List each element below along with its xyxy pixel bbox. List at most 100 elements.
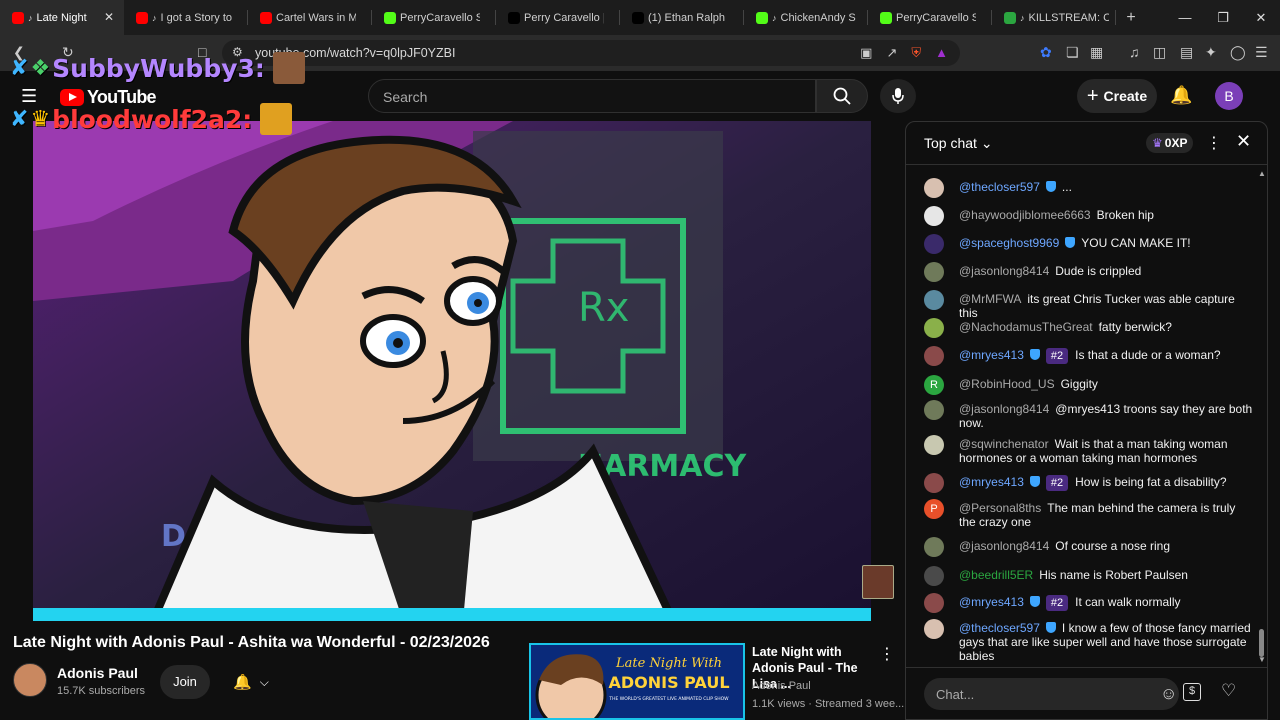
share-icon[interactable]: ↗	[886, 45, 897, 61]
chat-message[interactable]: @beedrill5ER His name is Robert Paulsen	[924, 566, 1254, 586]
chat-author-name[interactable]: @thecloser597	[959, 621, 1040, 635]
chat-scrollbar[interactable]: ▲ ▼	[1258, 169, 1266, 665]
chat-message[interactable]: @jasonlong8414 Of course a nose ring	[924, 537, 1254, 557]
browser-tab[interactable]: ♪ I got a Story to	[124, 0, 248, 35]
heart-icon[interactable]: ♡	[1221, 681, 1236, 701]
chat-author-name[interactable]: @RobinHood_US	[959, 377, 1055, 391]
chat-message[interactable]: @NachodamusTheGreat fatty berwick?	[924, 318, 1254, 338]
scroll-down-icon[interactable]: ▼	[1258, 655, 1266, 664]
emoji-icon[interactable]: ☺	[1160, 684, 1177, 704]
tab-audio-icon[interactable]: ♪	[772, 13, 777, 23]
wallet-icon[interactable]: ▤	[1180, 44, 1193, 61]
voice-search-button[interactable]	[880, 79, 916, 113]
media-icon[interactable]: ♫	[1129, 44, 1140, 60]
chat-more-options-icon[interactable]: ⋮	[1206, 133, 1222, 153]
chat-author-name[interactable]: @haywoodjiblomee6663	[959, 208, 1091, 222]
cast-icon[interactable]: ▣	[860, 45, 872, 61]
chat-author-name[interactable]: @jasonlong8414	[959, 539, 1049, 553]
browser-tab[interactable]: Cartel Wars in Me	[248, 0, 372, 35]
extensions-icon[interactable]: ❏	[1066, 44, 1079, 61]
xp-badge[interactable]: ♛ 0XP	[1146, 133, 1194, 153]
chat-author-avatar[interactable]: R	[924, 375, 944, 395]
chat-author-avatar[interactable]	[924, 234, 944, 254]
scroll-up-icon[interactable]: ▲	[1258, 169, 1266, 178]
chat-author-avatar[interactable]	[924, 537, 944, 557]
chat-author-avatar[interactable]	[924, 566, 944, 586]
chat-message[interactable]: @thecloser597...	[924, 178, 1254, 198]
chat-author-name[interactable]: @mryes413	[959, 475, 1024, 489]
chat-author-name[interactable]: @sqwinchenator	[959, 437, 1049, 451]
search-input[interactable]: Search	[368, 79, 816, 113]
chat-author-name[interactable]: @mryes413	[959, 595, 1024, 609]
scroll-thumb[interactable]	[1259, 629, 1264, 657]
chat-message[interactable]: @haywoodjiblomee6663 Broken hip	[924, 206, 1254, 226]
address-bar[interactable]: ⚙ youtube.com/watch?v=q0lpJF0YZBI ▣ ↗ ⛨ …	[222, 40, 960, 66]
tab-audio-icon[interactable]: ♪	[152, 13, 157, 23]
browser-tab[interactable]: PerryCaravello Str	[372, 0, 496, 35]
chat-author-name[interactable]: @thecloser597	[959, 180, 1040, 194]
chat-author-avatar[interactable]	[924, 318, 944, 338]
sidebar-icon[interactable]: ◫	[1153, 44, 1166, 61]
leo-ai-icon[interactable]: ✦	[1205, 44, 1217, 61]
chat-author-name[interactable]: @beedrill5ER	[959, 568, 1033, 582]
channel-avatar[interactable]	[13, 663, 47, 697]
close-chat-icon[interactable]: ✕	[1236, 131, 1251, 152]
new-tab-icon[interactable]: +	[1116, 9, 1146, 27]
chat-message[interactable]: @spaceghost9969 YOU CAN MAKE IT!	[924, 234, 1254, 254]
top-chat-dropdown[interactable]: Top chat ⌄	[924, 135, 993, 152]
chat-messages-list[interactable]: @thecloser597... @haywoodjiblomee6663 Brok…	[906, 165, 1256, 665]
browser-tab[interactable]: ♪ ChickenAndy S	[744, 0, 868, 35]
browser-tab[interactable]: ♪ KILLSTREAM: C	[992, 0, 1116, 35]
vpn-icon[interactable]: ✿	[1040, 44, 1052, 61]
promo-thumbnail[interactable]: Late Night With ADONIS PAUL THE WORLD'S …	[529, 643, 745, 720]
more-options-icon[interactable]: ⋮	[879, 644, 895, 664]
chat-message[interactable]: @mryes413 #2 How is being fat a disability…	[924, 473, 1254, 493]
maximize-icon[interactable]: ❐	[1204, 0, 1242, 35]
browser-menu-icon[interactable]: ☰	[1255, 44, 1268, 61]
super-chat-icon[interactable]: $	[1183, 683, 1201, 701]
notifications-bell-icon[interactable]: 🔔	[1170, 85, 1192, 106]
chat-author-avatar[interactable]	[924, 290, 944, 310]
chat-author-avatar[interactable]	[924, 346, 944, 366]
search-button[interactable]	[816, 79, 868, 113]
chat-author-name[interactable]: @NachodamusTheGreat	[959, 320, 1093, 334]
chat-message[interactable]: @thecloser597 I know a few of those fancy…	[924, 619, 1254, 663]
chat-input[interactable]: Chat... ☺	[924, 678, 1179, 710]
chat-author-avatar[interactable]: P	[924, 499, 944, 519]
account-avatar[interactable]: B	[1215, 82, 1243, 110]
browser-tab[interactable]: Perry Caravello | C	[496, 0, 620, 35]
chat-author-avatar[interactable]	[924, 473, 944, 493]
chat-message[interactable]: @sqwinchenator Wait is that a man taking …	[924, 435, 1254, 465]
close-window-icon[interactable]: ✕	[1242, 0, 1280, 35]
chat-message[interactable]: @mryes413 #2 Is that a dude or a woman?	[924, 346, 1254, 366]
leaderboard-rank-badge[interactable]: #2	[1045, 348, 1069, 364]
leaderboard-rank-badge[interactable]: #2	[1045, 595, 1069, 611]
chat-author-avatar[interactable]	[924, 262, 944, 282]
browser-tab[interactable]: (1) Ethan Ralph (@	[620, 0, 744, 35]
close-tab-icon[interactable]: ✕	[104, 10, 114, 24]
browser-tab[interactable]: ♪ Late Night ✕	[0, 0, 124, 35]
minimize-icon[interactable]: —	[1166, 0, 1204, 35]
screenshot-icon[interactable]: ▦	[1090, 44, 1103, 61]
channel-watermark[interactable]	[862, 565, 894, 599]
browser-tab[interactable]: PerryCaravello Str	[868, 0, 992, 35]
chat-message[interactable]: @mryes413 #2 It can walk normally	[924, 593, 1254, 613]
tab-audio-icon[interactable]: ♪	[28, 13, 33, 23]
chat-author-avatar[interactable]	[924, 400, 944, 420]
chat-message[interactable]: P @Personal8ths The man behind the camera …	[924, 499, 1254, 529]
chat-message[interactable]: R @RobinHood_US Giggity	[924, 375, 1254, 395]
chat-author-avatar[interactable]	[924, 435, 944, 455]
tab-audio-icon[interactable]: ♪	[1020, 13, 1025, 23]
chat-author-name[interactable]: @jasonlong8414	[959, 264, 1049, 278]
channel-name[interactable]: Adonis Paul	[57, 665, 138, 681]
chat-message[interactable]: @jasonlong8414 Dude is crippled	[924, 262, 1254, 282]
leaderboard-rank-badge[interactable]: #2	[1045, 475, 1069, 491]
chat-message[interactable]: @MrMFWA its great Chris Tucker was able c…	[924, 290, 1254, 320]
chat-author-name[interactable]: @MrMFWA	[959, 292, 1021, 306]
join-button[interactable]: Join	[160, 665, 210, 699]
brave-shield-icon[interactable]: ⛨	[911, 45, 921, 61]
chat-author-avatar[interactable]	[924, 178, 944, 198]
chat-author-name[interactable]: @Personal8ths	[959, 501, 1041, 515]
chat-author-name[interactable]: @jasonlong8414	[959, 402, 1049, 416]
chat-message[interactable]: @jasonlong8414 @mryes413 troons say they …	[924, 400, 1254, 430]
